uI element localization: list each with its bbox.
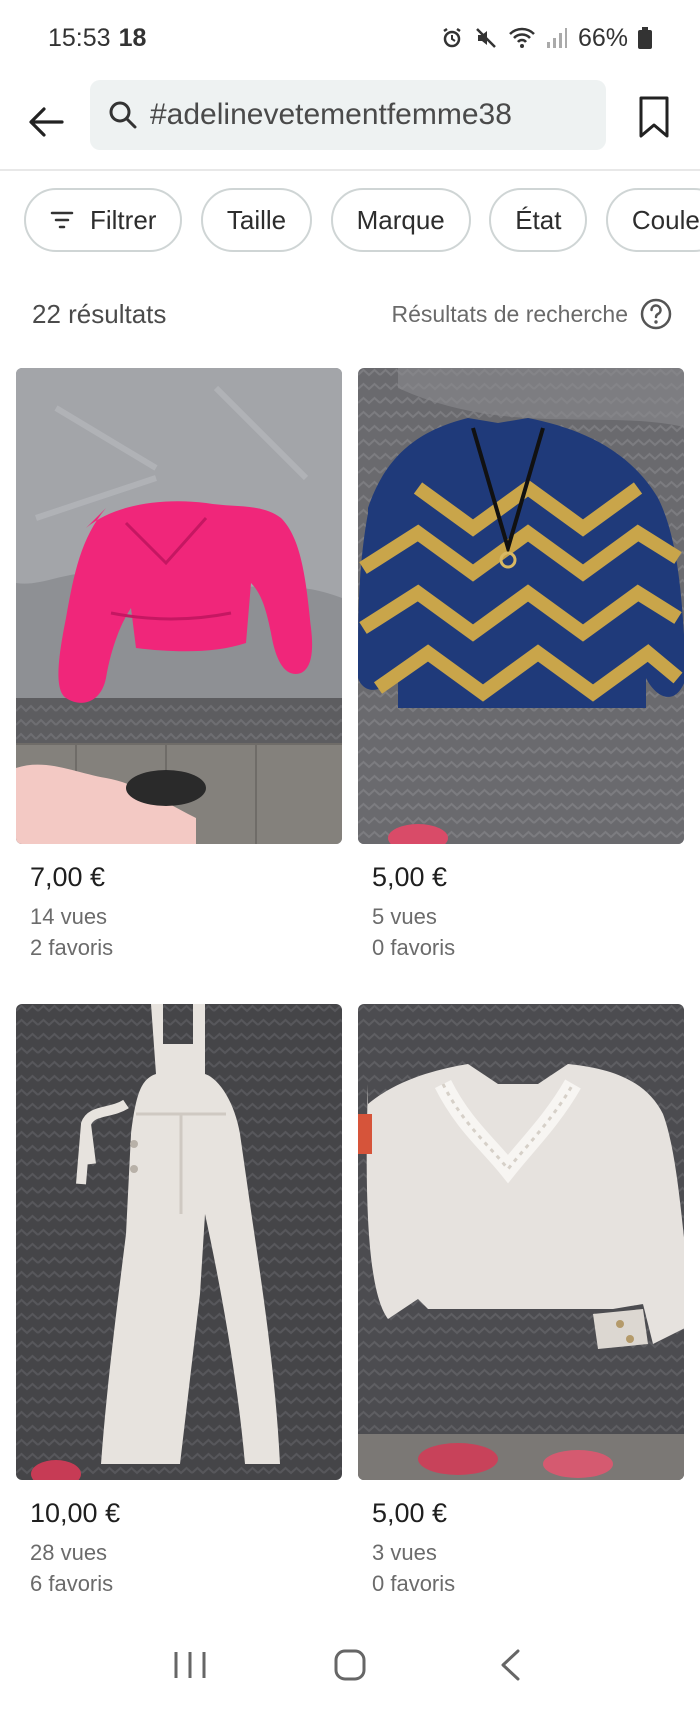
chip-filter[interactable]: Filtrer (24, 188, 183, 252)
chevron-left-icon (501, 1649, 520, 1681)
product-photo[interactable] (16, 1004, 342, 1480)
chip-color-label: Coule (631, 204, 700, 235)
product-price: 7,00 € (30, 862, 106, 892)
chip-color[interactable]: Coule (605, 188, 700, 252)
product-card[interactable]: 5,00 € 3 vues 0 favoris (358, 1004, 684, 1599)
product-favorites: 6 favoris (30, 1571, 114, 1596)
system-back-button[interactable] (480, 1640, 540, 1690)
recent-apps-button[interactable] (160, 1640, 220, 1690)
search-input[interactable] (150, 98, 570, 132)
signal-icon (546, 26, 568, 50)
product-price: 5,00 € (372, 1498, 448, 1528)
battery-icon (638, 27, 652, 49)
chip-size-label: Taille (226, 204, 287, 235)
status-time: 15:53 (48, 23, 111, 52)
results-bar: 22 résultats Résultats de recherche (32, 292, 672, 336)
chip-filter-label: Filtrer (90, 204, 157, 235)
status-temperature: 18 (118, 23, 147, 52)
product-views: 28 vues (30, 1540, 108, 1565)
product-price: 5,00 € (372, 862, 448, 892)
mute-icon (474, 26, 498, 50)
alarm-icon (440, 26, 464, 50)
product-favorites: 0 favoris (372, 935, 456, 960)
filter-chips: Filtrer Taille Marque État Coule (24, 188, 700, 252)
header-divider (0, 169, 700, 171)
chip-condition-label: État (515, 204, 562, 235)
chip-size[interactable]: Taille (200, 188, 313, 252)
product-card[interactable]: 7,00 € 14 vues 2 favoris (16, 368, 342, 963)
results-count: 22 résultats (32, 298, 167, 329)
chip-brand[interactable]: Marque (330, 188, 471, 252)
recent-apps-icon (174, 1652, 206, 1678)
search-header (0, 76, 700, 172)
page: 15:53 18 66% #adelinevetementfemme38 Fil… (0, 0, 700, 1711)
chip-condition[interactable]: État (489, 188, 588, 252)
search-bar[interactable] (90, 80, 606, 150)
results-info: Résultats de recherche (391, 298, 672, 330)
back-arrow-icon (29, 107, 64, 137)
product-views: 5 vues (372, 904, 437, 929)
save-search-button[interactable] (632, 92, 676, 142)
home-button[interactable] (320, 1640, 380, 1690)
product-price: 10,00 € (30, 1498, 121, 1528)
home-icon (334, 1649, 366, 1681)
help-icon[interactable] (640, 298, 672, 330)
product-card[interactable]: 5,00 € 5 vues 0 favoris (358, 368, 684, 963)
product-photo[interactable] (16, 368, 342, 844)
product-card[interactable]: 10,00 € 28 vues 6 favoris (16, 1004, 342, 1599)
status-icons: 66% (440, 24, 652, 53)
product-photo[interactable] (358, 368, 684, 844)
chip-brand-label: Marque (356, 204, 445, 235)
product-views: 14 vues (30, 904, 108, 929)
back-button[interactable] (24, 100, 68, 144)
results-info-label: Résultats de recherche (391, 300, 628, 327)
filter-icon (50, 210, 74, 230)
battery-label: 66% (577, 23, 628, 52)
system-nav-bar (0, 1630, 700, 1700)
product-photo[interactable] (358, 1004, 684, 1480)
search-icon (109, 101, 137, 129)
product-views: 3 vues (372, 1540, 437, 1565)
product-favorites: 0 favoris (372, 1571, 456, 1596)
bookmark-icon (639, 96, 669, 138)
wifi-icon (508, 26, 536, 50)
product-favorites: 2 favoris (30, 935, 114, 960)
status-bar: 15:53 18 66% (0, 0, 700, 76)
